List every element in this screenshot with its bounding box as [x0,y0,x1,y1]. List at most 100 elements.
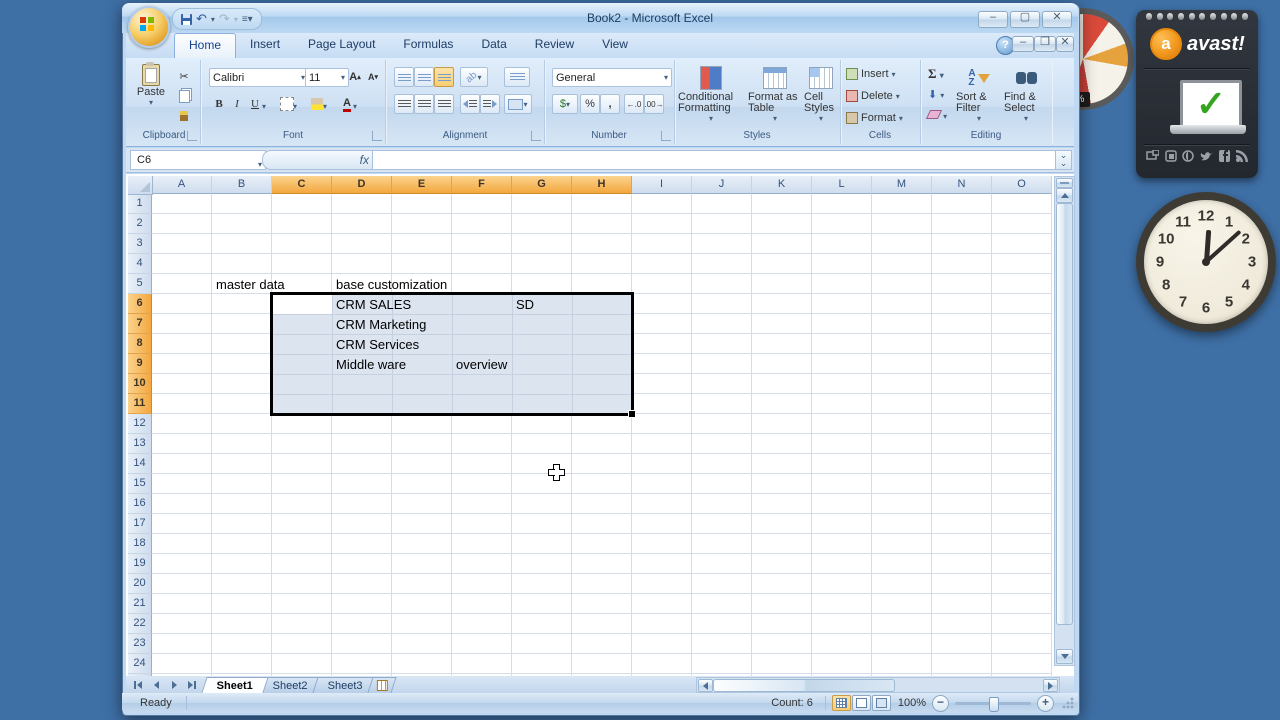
expand-formula-bar-icon[interactable]: ⌄ ⌄ [1055,150,1072,170]
borders-dropdown-arrow[interactable]: ▾ [293,100,297,112]
zoom-slider-thumb[interactable] [989,696,999,712]
active-cell[interactable] [273,295,332,314]
insert-worksheet-button[interactable] [367,676,397,693]
column-header-b[interactable]: B [212,176,272,194]
resize-grip[interactable] [1062,697,1074,709]
sheet-tab-sheet1[interactable]: Sheet1 [201,676,269,693]
row-header-4[interactable]: 4 [128,254,152,274]
minimize-button[interactable]: – [978,11,1008,28]
font-size-select[interactable]: 11 ▾ [305,68,349,87]
avast-widget[interactable]: a avast! ✓ [1136,10,1258,178]
alignment-dialog-launcher[interactable] [531,131,541,141]
undo-icon[interactable]: ↶ [196,11,207,27]
align-left-button[interactable] [394,94,414,114]
column-header-f[interactable]: F [452,176,512,194]
page-break-view-button[interactable] [871,695,891,711]
column-header-l[interactable]: L [812,176,872,194]
wrap-text-button[interactable] [504,67,530,87]
paste-button[interactable]: Paste ▾ [132,62,170,107]
last-sheet-button[interactable] [184,678,200,691]
row-header-18[interactable]: 18 [128,534,152,554]
format-painter-button[interactable] [174,106,194,126]
column-header-c[interactable]: C [272,176,332,194]
prev-sheet-button[interactable] [148,678,164,691]
row-header-2[interactable]: 2 [128,214,152,234]
tab-home[interactable]: Home [174,33,237,59]
cell-d6[interactable]: CRM SALES [336,297,411,312]
row-header-12[interactable]: 12 [128,414,152,434]
row-header-11[interactable]: 11 [128,394,152,414]
row-header-25[interactable]: 25 [128,674,152,676]
cell-d8[interactable]: CRM Services [336,337,419,352]
redo-dropdown-arrow[interactable]: ▾ [234,15,238,24]
underline-dropdown-arrow[interactable]: ▾ [262,100,266,112]
column-header-m[interactable]: M [872,176,932,194]
cell-g6[interactable]: SD [516,297,534,312]
scroll-up-button[interactable] [1056,188,1073,203]
find-select-button[interactable]: Find & Select ▾ [1004,64,1048,123]
horizontal-scrollbar[interactable] [696,677,1060,693]
decrease-decimal-button[interactable]: .00 → [644,94,664,114]
align-center-button[interactable] [414,94,434,114]
zoom-out-button[interactable]: − [932,694,949,712]
cell-styles-button[interactable]: Cell Styles ▾ [804,64,838,123]
row-header-7[interactable]: 7 [128,314,152,334]
tab-page-layout[interactable]: Page Layout [294,33,389,58]
font-color-dropdown-arrow[interactable]: ▾ [353,100,357,112]
vertical-scrollbar[interactable] [1054,176,1075,666]
vertical-scroll-thumb[interactable] [1056,203,1073,625]
column-header-k[interactable]: K [752,176,812,194]
font-name-select[interactable]: Calibri ▾ [209,68,309,87]
formula-input[interactable] [372,150,1060,170]
row-header-10[interactable]: 10 [128,374,152,394]
shrink-font-button[interactable]: A ▾ [363,67,383,87]
column-header-d[interactable]: D [332,176,392,194]
font-dialog-launcher[interactable] [372,131,382,141]
globe-icon[interactable] [1182,150,1194,162]
accounting-format-button[interactable]: $ ▾ [552,94,578,114]
name-box[interactable]: C6 ▾ [130,150,266,170]
percent-style-button[interactable]: % [580,94,600,114]
row-header-6[interactable]: 6 [128,294,152,314]
office-button[interactable] [128,6,170,48]
number-dialog-launcher[interactable] [661,131,671,141]
autosum-button[interactable]: Σ ▾ [928,66,944,82]
save-icon[interactable] [181,13,192,25]
row-header-9[interactable]: 9 [128,354,152,374]
merge-center-button[interactable]: ▾ [504,94,532,114]
scroll-right-button[interactable] [1043,679,1058,692]
tab-insert[interactable]: Insert [236,33,294,58]
column-header-j[interactable]: J [692,176,752,194]
clear-button[interactable]: ▾ [925,110,947,122]
bold-button[interactable]: B [209,94,229,114]
column-header-g[interactable]: G [512,176,572,194]
row-header-16[interactable]: 16 [128,494,152,514]
workbook-restore-button[interactable]: ❐ [1034,36,1056,52]
rss-icon[interactable] [1235,150,1248,162]
row-header-14[interactable]: 14 [128,454,152,474]
row-header-20[interactable]: 20 [128,574,152,594]
selection-range[interactable] [270,292,634,416]
italic-button[interactable]: I [227,94,247,114]
twitter-icon[interactable] [1200,151,1214,162]
scroll-left-button[interactable] [698,679,713,692]
fill-handle[interactable] [628,410,636,418]
page-layout-view-button[interactable] [851,695,871,711]
format-as-table-button[interactable]: Format as Table ▾ [748,64,802,123]
format-cells-button[interactable]: Format ▾ [846,112,903,124]
scroll-down-button[interactable] [1056,649,1073,664]
row-header-1[interactable]: 1 [128,194,152,214]
column-header-e[interactable]: E [392,176,452,194]
fill-button[interactable]: ⬇ ▾ [928,88,944,101]
vertical-split-handle[interactable] [1056,178,1073,188]
row-header-13[interactable]: 13 [128,434,152,454]
workbook-close-button[interactable]: ✕ [1056,36,1074,52]
insert-cells-button[interactable]: Insert ▾ [846,68,896,80]
horizontal-scroll-thumb[interactable] [713,679,895,692]
column-header-a[interactable]: A [152,176,212,194]
increase-decimal-button[interactable]: ← .0 [624,94,644,114]
facebook-icon[interactable] [1219,150,1231,162]
clock-gadget[interactable]: 1 2 3 4 5 6 7 8 9 10 11 12 [1136,192,1276,332]
row-header-21[interactable]: 21 [128,594,152,614]
top-align-button[interactable] [394,67,414,87]
